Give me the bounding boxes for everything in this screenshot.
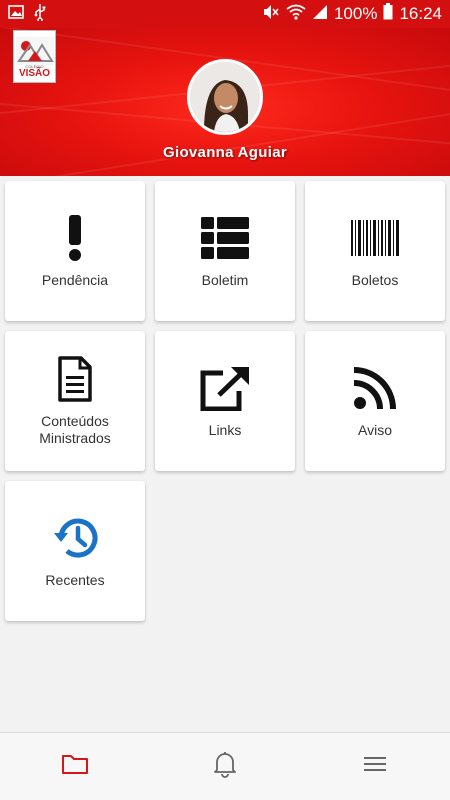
nav-menu[interactable] xyxy=(300,733,450,800)
tile-label: Links xyxy=(208,421,242,438)
tile-aviso[interactable]: Aviso xyxy=(305,331,445,471)
gallery-notification-icon xyxy=(8,4,24,24)
menu-grid: Pendência Boletim Boletos Conteúdos Mini… xyxy=(5,181,445,621)
avatar[interactable] xyxy=(187,59,263,135)
exclamation-icon xyxy=(67,214,83,262)
wifi-icon xyxy=(286,4,306,25)
bell-icon xyxy=(213,750,237,783)
rss-icon xyxy=(354,364,396,412)
tile-label: Boletos xyxy=(351,271,399,288)
folder-icon xyxy=(61,753,89,780)
external-link-icon xyxy=(199,364,251,412)
profile-header: COLÉGIO VISÃO Giovanna Aguiar xyxy=(0,28,450,176)
tile-pendencia[interactable]: Pendência xyxy=(5,181,145,321)
tile-links[interactable]: Links xyxy=(155,331,295,471)
mute-icon xyxy=(262,4,280,25)
tile-label: Boletim xyxy=(201,271,249,288)
barcode-icon xyxy=(351,214,399,262)
school-logo-emblem xyxy=(15,37,54,65)
nav-folder[interactable] xyxy=(0,733,150,800)
usb-icon xyxy=(34,3,46,26)
signal-icon xyxy=(312,4,328,25)
tile-label: Aviso xyxy=(358,421,392,438)
nav-notifications[interactable] xyxy=(150,733,300,800)
school-logo-name: VISÃO xyxy=(18,68,51,79)
tile-boletos[interactable]: Boletos xyxy=(305,181,445,321)
history-icon xyxy=(51,514,99,562)
bottom-navigation xyxy=(0,732,450,800)
tile-label: Pendência xyxy=(41,271,109,288)
tile-label: Recentes xyxy=(45,571,105,588)
school-logo: COLÉGIO VISÃO xyxy=(13,30,56,83)
battery-icon xyxy=(383,3,393,25)
tile-label: Conteúdos Ministrados xyxy=(39,413,111,446)
tile-conteudos-ministrados[interactable]: Conteúdos Ministrados xyxy=(5,331,145,471)
clock: 16:24 xyxy=(399,4,442,23)
status-bar: 100% 16:24 xyxy=(0,0,450,28)
battery-percentage: 100% xyxy=(333,4,378,23)
tile-boletim[interactable]: Boletim xyxy=(155,181,295,321)
user-name: Giovanna Aguiar xyxy=(163,144,287,161)
tile-recentes[interactable]: Recentes xyxy=(5,481,145,621)
document-icon xyxy=(57,355,93,403)
table-list-icon xyxy=(201,214,249,262)
menu-icon xyxy=(364,756,386,777)
